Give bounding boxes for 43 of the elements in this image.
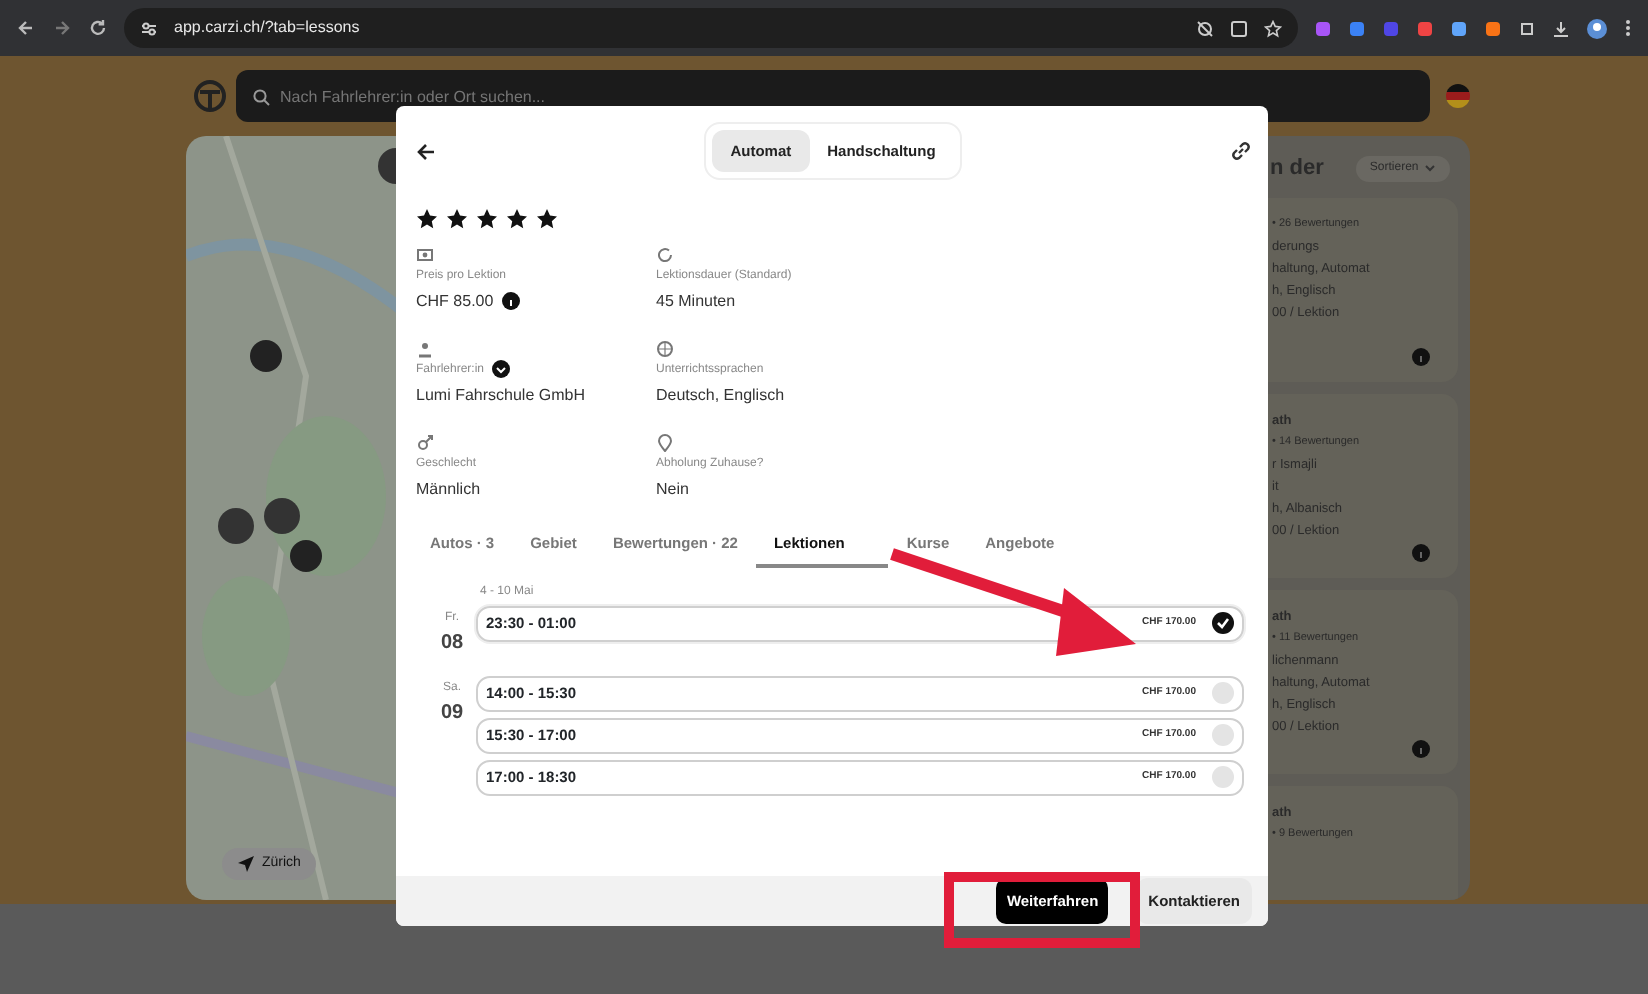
link-icon[interactable]: [1230, 140, 1252, 163]
clock-icon: [656, 246, 674, 265]
gender-icon: [416, 434, 434, 453]
star-icon[interactable]: [1264, 19, 1282, 37]
info-value: Nein: [656, 478, 689, 503]
info-value: Lumi Fahrschule GmbH: [416, 384, 585, 409]
day-number: 09: [438, 699, 466, 727]
globe-icon: [656, 340, 674, 359]
badge-icon[interactable]: [492, 360, 511, 379]
star-icon: [446, 208, 468, 231]
radio-button[interactable]: [1212, 724, 1234, 746]
info-icon[interactable]: [501, 291, 520, 310]
person-icon: [416, 340, 434, 359]
back-icon[interactable]: [16, 18, 36, 38]
location-pin-icon: [656, 434, 674, 453]
star-icon: [536, 208, 558, 231]
menu-icon[interactable]: [1624, 18, 1632, 38]
day-number: 08: [438, 629, 466, 657]
search-icon: [252, 88, 270, 106]
extensions-icon[interactable]: [1518, 19, 1536, 37]
radio-button[interactable]: [1212, 766, 1234, 788]
radio-button[interactable]: [1212, 682, 1234, 704]
info-value: Männlich: [416, 478, 481, 503]
back-arrow-icon[interactable]: [416, 141, 436, 162]
star-icon: [506, 208, 528, 231]
info-value: 45 Minuten: [656, 290, 736, 315]
url-text: app.carzi.ch/?tab=lessons: [174, 16, 362, 40]
site-settings-icon[interactable]: [140, 19, 158, 37]
money-icon: [416, 246, 434, 265]
info-value: Deutsch, Englisch: [656, 384, 785, 409]
flag-icon[interactable]: [1446, 84, 1470, 108]
address-bar[interactable]: app.carzi.ch/?tab=lessons: [124, 8, 1298, 48]
star-icon: [416, 208, 438, 231]
download-icon[interactable]: [1552, 19, 1570, 37]
check-icon[interactable]: [1212, 612, 1234, 634]
star-icon: [476, 208, 498, 231]
eye-off-icon[interactable]: [1196, 19, 1214, 37]
info-value: CHF 85.00: [416, 290, 494, 315]
chevron-down-icon: [1424, 164, 1437, 173]
navigation-icon: [238, 855, 254, 872]
reload-icon[interactable]: [88, 18, 108, 38]
avatar-icon[interactable]: [1586, 17, 1608, 39]
forward-icon[interactable]: [52, 18, 72, 38]
